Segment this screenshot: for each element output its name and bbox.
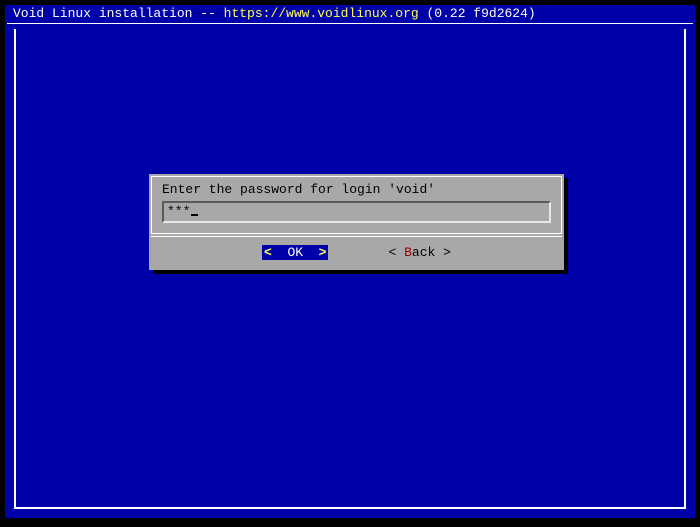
password-input[interactable]: *** (162, 201, 551, 223)
ok-label: OK (287, 245, 303, 260)
ok-button[interactable]: < OK > (262, 245, 328, 260)
terminal-screen: Void Linux installation -- https://www.v… (0, 0, 700, 527)
text-cursor (191, 214, 198, 216)
back-hotkey: B (404, 245, 412, 260)
title-prefix: Void Linux installation -- (13, 6, 224, 21)
window-title: Void Linux installation -- https://www.v… (7, 5, 693, 23)
title-url: https://www.voidlinux.org (224, 6, 419, 21)
title-divider (7, 23, 693, 24)
back-button[interactable]: < Back > (388, 245, 450, 260)
title-suffix: (0.22 f9d2624) (419, 6, 536, 21)
back-rest: ack (412, 245, 435, 260)
prompt-label: Enter the password for login 'void' (152, 177, 561, 199)
installer-screen: Void Linux installation -- https://www.v… (5, 5, 695, 518)
ok-left-angle: < (264, 245, 272, 260)
dialog-button-row: < OK > < Back > (149, 237, 564, 270)
back-right-angle: > (443, 245, 451, 260)
dialog-inner-frame: Enter the password for login 'void' *** (151, 176, 562, 234)
back-left-angle: < (388, 245, 396, 260)
password-dialog: Enter the password for login 'void' *** … (149, 174, 564, 270)
ok-right-angle: > (319, 245, 327, 260)
password-masked-value: *** (167, 204, 190, 219)
